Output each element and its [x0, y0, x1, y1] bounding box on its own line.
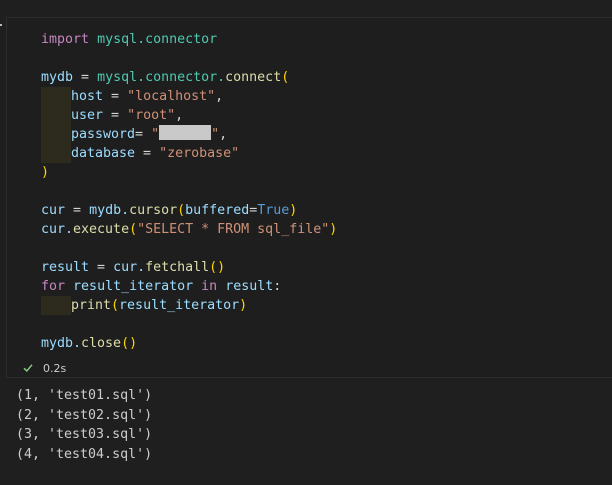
- function-name: print: [71, 298, 112, 313]
- function-name: fetchall: [145, 260, 210, 275]
- string-literal: "localhost": [127, 89, 216, 104]
- indent-guide: [41, 296, 71, 315]
- check-icon: [23, 364, 33, 373]
- code-line: password= " ",: [41, 125, 337, 144]
- keyword: in: [201, 279, 218, 294]
- indent-guide: [41, 106, 71, 125]
- code-line: mydb = mysql.connector.connect(: [41, 70, 290, 85]
- parameter-name: database: [71, 146, 136, 161]
- string-literal: "zerobase": [159, 146, 240, 161]
- code-line: database = "zerobase": [41, 144, 337, 163]
- string-literal: "root": [127, 108, 176, 123]
- function-name: connect: [225, 70, 282, 85]
- code-line: result = cur.fetchall(): [41, 260, 226, 275]
- variable: mydb: [41, 70, 74, 85]
- string-literal: "SELECT * FROM sql_file": [137, 222, 330, 237]
- output-line: (4, 'test04.sql'): [16, 446, 153, 462]
- variable: result_iterator: [73, 279, 194, 294]
- execution-time: 0.2s: [43, 361, 67, 375]
- parameter-name: buffered: [185, 203, 250, 218]
- execution-status: 0.2s: [23, 360, 66, 376]
- code-line: cur = mydb.cursor(buffered=True): [41, 203, 298, 218]
- parameter-name: password: [71, 127, 136, 142]
- variable: result_iterator: [119, 298, 240, 313]
- redacted-password: [159, 125, 212, 140]
- indent-guide: [41, 87, 71, 106]
- keyword: for: [41, 279, 66, 294]
- parameter-name: host: [71, 89, 104, 104]
- module-name: mysql.connector: [97, 32, 218, 47]
- code-cell[interactable]: import mysql.connector mydb = mysql.conn…: [6, 17, 612, 378]
- cell-output: (1, 'test01.sql') (2, 'test02.sql') (3, …: [16, 386, 152, 464]
- code-line: ): [41, 165, 50, 180]
- parameter-name: user: [71, 108, 104, 123]
- function-name: execute: [73, 222, 130, 237]
- code-line: cur.execute("SELECT * FROM sql_file"): [41, 222, 338, 237]
- function-name: close: [81, 336, 122, 351]
- code-line: import mysql.connector: [41, 30, 337, 49]
- code-editor[interactable]: import mysql.connector mydb = mysql.conn…: [41, 30, 337, 353]
- output-line: (2, 'test02.sql'): [16, 407, 153, 423]
- variable: cur: [41, 203, 66, 218]
- module-name: mysql.connector.: [97, 70, 226, 85]
- variable: result: [41, 260, 90, 275]
- code-line: for result_iterator in result:: [41, 279, 282, 294]
- code-line: host = "localhost",: [41, 87, 337, 106]
- variable: result: [225, 279, 274, 294]
- code-line: print(result_iterator): [41, 296, 337, 315]
- cell-marker: [0, 24, 2, 26]
- output-line: (1, 'test01.sql'): [16, 388, 153, 403]
- code-line: user = "root",: [41, 106, 337, 125]
- code-line: mydb.close(): [41, 336, 138, 351]
- indent-guide: [41, 125, 71, 144]
- output-line: (3, 'test03.sql'): [16, 427, 153, 442]
- indent-guide: [41, 144, 71, 163]
- boolean-literal: True: [257, 203, 290, 218]
- function-name: cursor: [129, 203, 178, 218]
- keyword: import: [41, 32, 90, 47]
